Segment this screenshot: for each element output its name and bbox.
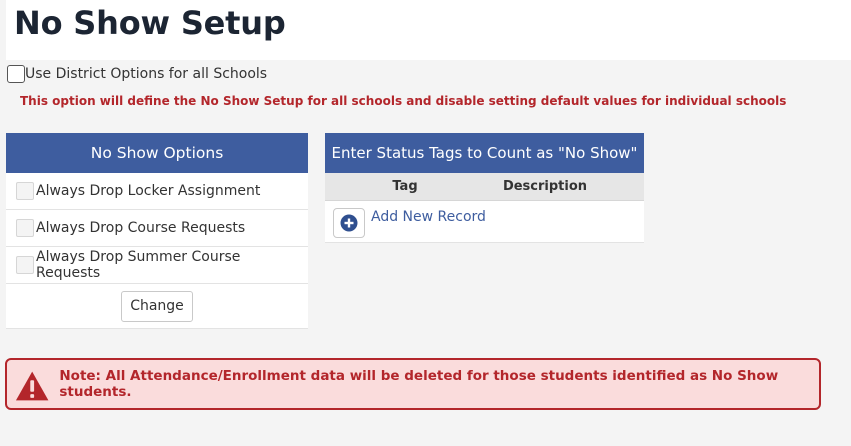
title-bar: No Show Setup [6, 0, 851, 60]
option-row-drop-summer-course-requests[interactable]: Always Drop Summer Course Requests [6, 247, 308, 284]
no-show-alert: Note: All Attendance/Enrollment data wil… [5, 358, 821, 410]
no-show-options-header: No Show Options [6, 133, 308, 173]
district-options-label: Use District Options for all Schools [25, 66, 268, 82]
plus-circle-icon [340, 214, 358, 232]
page-title: No Show Setup [14, 4, 286, 42]
option-row-drop-locker[interactable]: Always Drop Locker Assignment [6, 173, 308, 210]
column-header-tag[interactable]: Tag [325, 179, 485, 194]
add-new-record-link[interactable]: Add New Record [371, 209, 486, 225]
district-warning-text: This option will define the No Show Setu… [20, 94, 787, 108]
status-tags-panel: Enter Status Tags to Count as "No Show" … [325, 133, 644, 243]
change-button-row: Change [6, 284, 308, 329]
drop-locker-checkbox[interactable] [16, 182, 34, 200]
option-label: Always Drop Locker Assignment [36, 183, 261, 199]
option-label: Always Drop Course Requests [36, 220, 246, 236]
status-tags-header: Enter Status Tags to Count as "No Show" [325, 133, 644, 173]
district-options-row[interactable]: Use District Options for all Schools [7, 63, 267, 85]
option-label: Always Drop Summer Course Requests [36, 249, 241, 281]
district-options-checkbox[interactable] [7, 65, 25, 83]
add-record-row: Add New Record [325, 201, 644, 243]
warning-triangle-icon [15, 371, 49, 401]
alert-text: Note: All Attendance/Enrollment data wil… [59, 368, 779, 400]
drop-summer-course-requests-checkbox[interactable] [16, 256, 34, 274]
option-row-drop-course-requests[interactable]: Always Drop Course Requests [6, 210, 308, 247]
no-show-options-panel: No Show Options Always Drop Locker Assig… [6, 133, 308, 329]
drop-course-requests-checkbox[interactable] [16, 219, 34, 237]
column-header-description[interactable]: Description [485, 179, 605, 194]
status-tags-column-header: Tag Description [325, 173, 644, 201]
add-record-button[interactable] [333, 208, 365, 238]
change-button[interactable]: Change [121, 290, 193, 322]
